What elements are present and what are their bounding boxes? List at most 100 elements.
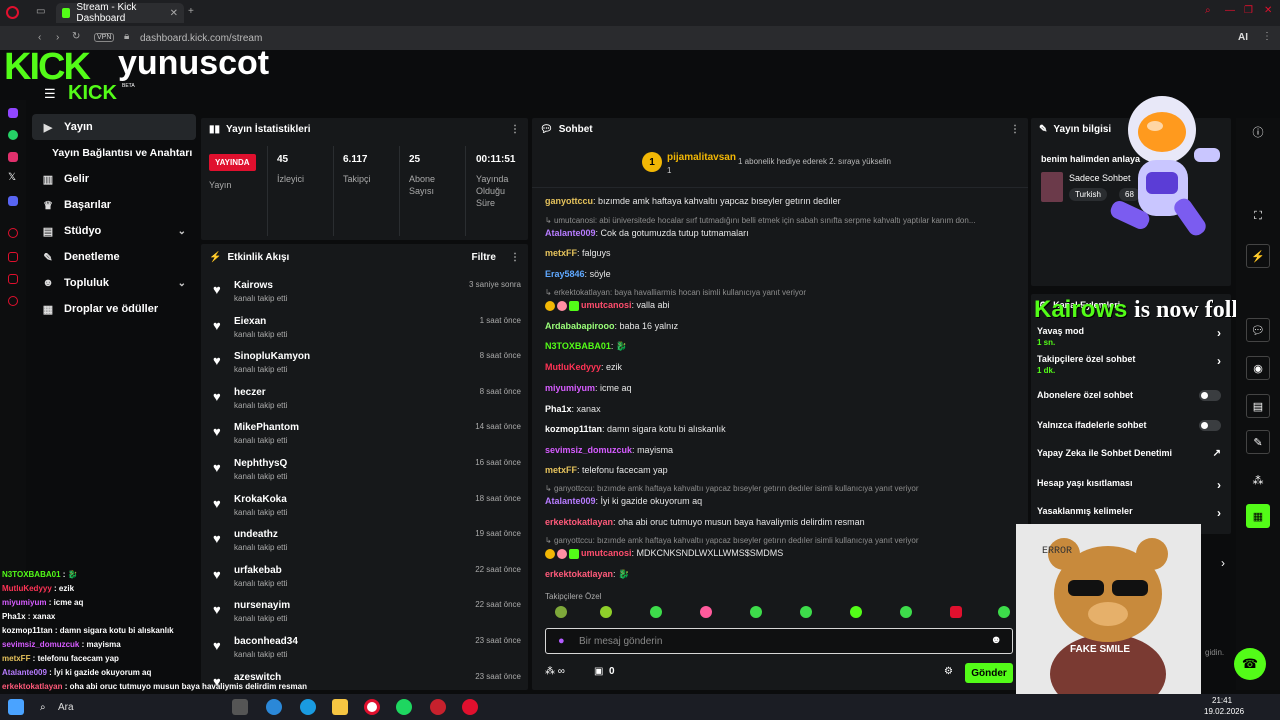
app-icon[interactable] [430, 699, 446, 715]
chevron-right-icon[interactable]: › [1221, 556, 1225, 570]
sidebar-item-topluluk[interactable]: ☻ Topluluk ⌄ [26, 270, 198, 296]
channel-points-icon[interactable]: ⁂ ∞ [545, 666, 565, 677]
new-tab-button[interactable]: + [188, 6, 194, 17]
more-options-icon[interactable]: ⋮ [510, 252, 520, 263]
channel-action-item[interactable]: Takipçilere özel sohbet 1 dk. › [1037, 354, 1227, 375]
opera-logo-icon[interactable] [6, 6, 19, 19]
chat-username[interactable]: erkektokatlayan [545, 569, 613, 579]
chat-username[interactable]: miyumiyum [545, 383, 595, 393]
more-options-icon[interactable]: ⋮ [510, 124, 520, 135]
sidebar-item-gelir[interactable]: ▥ Gelir [26, 166, 198, 192]
activity-item[interactable]: ♥ MikePhantom kanalı takip etti 14 saat önc… [211, 420, 521, 454]
activity-item[interactable]: ♥ undeathz kanalı takip etti 19 saat önce [211, 527, 521, 561]
chat-message[interactable]: Ardababapirooo: baba 16 yalnız [545, 321, 678, 331]
chat-message[interactable]: erkektokatlayan: 🐉 [545, 569, 629, 580]
chat-message[interactable]: kozmop11tan: damn sigara kotu bi alıskan… [545, 424, 726, 434]
chevron-right-icon[interactable]: › [1217, 354, 1221, 368]
external-link-icon[interactable]: ↗ [1213, 448, 1221, 459]
chat-username[interactable]: Atalante009 [545, 228, 596, 238]
taskbar-time[interactable]: 21:41 [1212, 696, 1232, 705]
chevron-right-icon[interactable]: › [1217, 478, 1221, 492]
channel-action-item[interactable]: Yasaklanmış kelimeler › [1037, 506, 1227, 520]
chat-settings-icon[interactable]: ⚙ [944, 666, 953, 677]
x-icon[interactable]: 𝕏 [8, 172, 16, 183]
activity-item[interactable]: ♥ NephthysQ kanalı takip etti 16 saat önce [211, 456, 521, 490]
info-icon[interactable]: ⓘ [1246, 120, 1270, 144]
gift-icon[interactable]: ▣ [594, 666, 603, 677]
sidebar-item-stream-key[interactable]: Yayın Bağlantısı ve Anahtarı [26, 140, 198, 166]
taskbar-search-label[interactable]: Ara [58, 702, 74, 713]
chat-message[interactable]: erkektokatlayan: oha abi oruc tutmuyo mu… [545, 517, 865, 527]
emote-icon[interactable] [900, 606, 912, 618]
sidebar-item-yayin[interactable]: ▶ Yayın [32, 114, 196, 140]
activity-item[interactable]: ♥ nursenayim kanalı takip etti 22 saat önce [211, 598, 521, 632]
task-view-icon[interactable] [232, 699, 248, 715]
chat-message[interactable]: umutcanosi: MDKCNKSNDLWXLLWMS$SMDMS [545, 548, 783, 559]
chat-username[interactable]: Atalante009 [545, 496, 596, 506]
search-icon[interactable]: ⌕ [1205, 5, 1211, 16]
chevron-right-icon[interactable]: › [1217, 326, 1221, 340]
send-button[interactable]: Gönder [965, 663, 1013, 683]
chat-username[interactable]: Ardababapirooo [545, 321, 615, 331]
emote-icon[interactable] [650, 606, 662, 618]
instagram-icon[interactable] [8, 152, 18, 162]
channel-action-item[interactable]: Abonelere özel sohbet [1037, 390, 1227, 401]
emote-icon[interactable] [750, 606, 762, 618]
reload-icon[interactable]: ↻ [72, 31, 80, 42]
layout-icon[interactable]: ▤ [1246, 394, 1270, 418]
vpn-badge[interactable]: VPN [94, 33, 115, 42]
tab-close-icon[interactable]: ✕ [170, 8, 178, 19]
edge-icon[interactable] [300, 699, 316, 715]
chat-username[interactable]: metxFF [545, 248, 577, 258]
chat-username[interactable]: umutcanosi [581, 548, 632, 558]
chat-username[interactable]: kozmop11tan [545, 424, 602, 434]
chat-message[interactable]: MutluKedyyy: ezik [545, 362, 622, 372]
broadcast-icon[interactable]: ◉ [1246, 356, 1270, 380]
chat-message[interactable]: miyumiyum: icme aq [545, 383, 632, 393]
channel-action-item[interactable]: Yapay Zeka ile Sohbet Denetimi ↗ [1037, 448, 1227, 459]
discord-icon[interactable] [8, 196, 18, 206]
emote-icon[interactable] [600, 606, 612, 618]
channel-action-item[interactable]: Hesap yaşı kısıtlaması › [1037, 478, 1227, 492]
chat-username[interactable]: ganyottccu [545, 196, 593, 206]
forward-icon[interactable]: › [56, 32, 59, 43]
chat-message[interactable]: ganyottccu: bızımde amk haftaya kahvaltı… [545, 196, 841, 206]
back-icon[interactable]: ‹ [38, 32, 41, 43]
chat-username[interactable]: MutluKedyyy [545, 362, 601, 372]
emote-icon[interactable] [850, 606, 862, 618]
tab-manager-icon[interactable]: ▭ [36, 6, 45, 17]
start-icon[interactable] [8, 699, 24, 715]
emote-icon[interactable] [700, 606, 712, 618]
chat-message[interactable]: N3TOXBABA01: 🐉 [545, 341, 627, 352]
channel-action-item[interactable]: Yavaş mod 1 sn. › [1037, 326, 1227, 347]
activity-item[interactable]: ♥ Eiexan kanalı takip etti 1 saat önce [211, 314, 521, 348]
kick-logo[interactable]: KICK [68, 82, 117, 105]
browser-tab[interactable]: Stream - Kick Dashboard ✕ [56, 2, 184, 24]
more-options-icon[interactable]: ⋮ [1010, 124, 1020, 135]
emote-icon[interactable] [950, 606, 962, 618]
mic-icon[interactable]: ● [558, 635, 565, 647]
activity-item[interactable]: ♥ heczer kanalı takip etti 8 saat önce [211, 385, 521, 419]
settings-icon[interactable] [8, 296, 18, 306]
share-icon[interactable]: ⁂ [1246, 468, 1270, 492]
taskbar-search-icon[interactable]: ⌕ [40, 702, 46, 713]
chat-username[interactable]: metxFF [545, 465, 577, 475]
chat-message[interactable]: umutcanosi: valla abi [545, 300, 670, 311]
history-icon[interactable] [8, 228, 18, 238]
chat-message[interactable]: metxFF: falguys [545, 248, 611, 258]
toggle-switch[interactable] [1199, 420, 1221, 431]
channel-action-item[interactable]: Yalnızca ifadelerle sohbet [1037, 420, 1227, 431]
emote-bar[interactable] [545, 606, 1015, 620]
spotify-icon[interactable] [396, 699, 412, 715]
filter-button[interactable]: Filtre [472, 252, 496, 263]
sidebar-item-studyo[interactable]: ▤ Stüdyo ⌄ [26, 218, 198, 244]
toggle-switch[interactable] [1199, 390, 1221, 401]
chat-message[interactable]: Atalante009: Cok da gotumuzda tutup tutm… [545, 228, 749, 238]
pinned-leaderboard[interactable]: 1 pijamalitavsan 1 1 abonelik hediye ede… [532, 140, 1028, 188]
activity-item[interactable]: ♥ KrokaKoka kanalı takip etti 18 saat önce [211, 492, 521, 526]
wrench-icon[interactable]: ✎ [1246, 430, 1270, 454]
sidebar-item-droplar[interactable]: ▦ Droplar ve ödüller [26, 296, 198, 322]
chat-username[interactable]: sevimsiz_domuzcuk [545, 445, 632, 455]
whatsapp-icon[interactable] [8, 130, 18, 140]
url-text[interactable]: dashboard.kick.com/stream [140, 33, 262, 44]
